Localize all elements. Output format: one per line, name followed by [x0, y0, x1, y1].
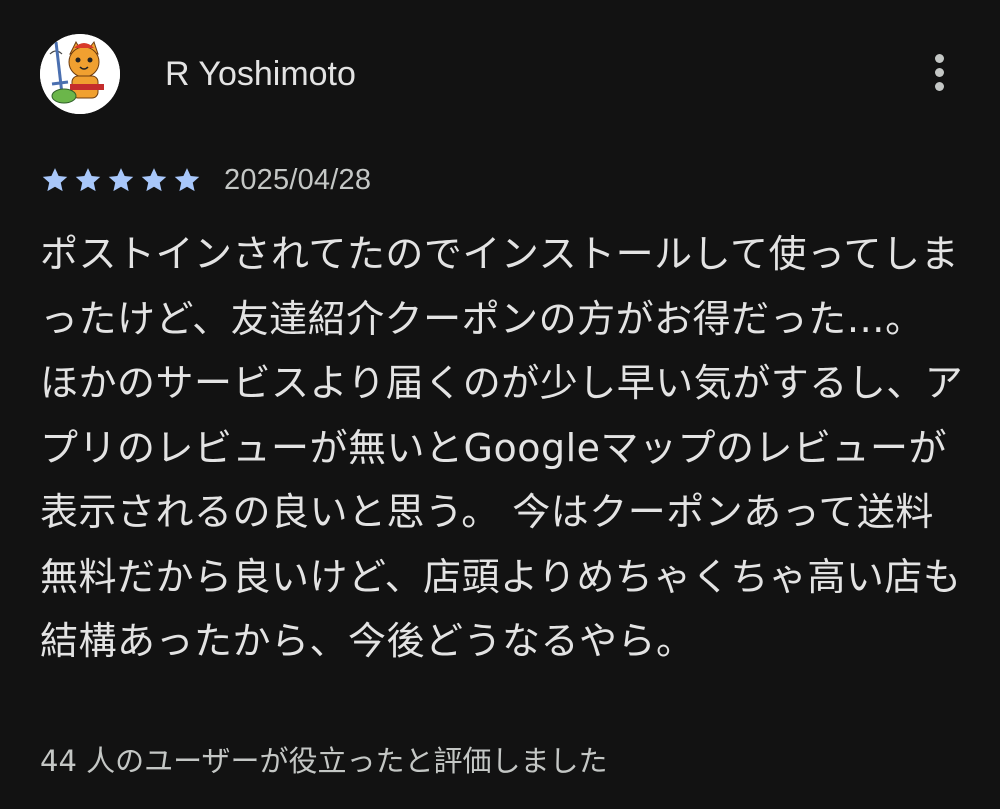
- cat-avatar-icon: [40, 34, 120, 114]
- star-icon: [141, 168, 167, 192]
- star-icon: [42, 168, 68, 192]
- star-icon: [108, 168, 134, 192]
- more-vert-icon: [935, 54, 944, 63]
- more-vert-icon-dot: [935, 68, 944, 77]
- star-icon: [75, 168, 101, 192]
- avatar[interactable]: [40, 34, 120, 114]
- author-name: R Yoshimoto: [165, 55, 356, 93]
- review-date: 2025/04/28: [224, 163, 372, 196]
- review-card: R Yoshimoto 2025/04/28 ポストインされてたのでインストール…: [0, 0, 1000, 809]
- review-header: R Yoshimoto: [40, 34, 960, 114]
- rating-row: 2025/04/28: [40, 160, 371, 200]
- more-options-button[interactable]: [920, 48, 960, 98]
- star-rating: [40, 165, 202, 195]
- more-vert-icon-dot: [935, 82, 944, 91]
- star-icon: [174, 168, 200, 192]
- review-text: ポストインされてたのでインストールして使ってしまったけど、友達紹介クーポンの方が…: [40, 232, 964, 663]
- helpful-count-text: 44 人のユーザーが役立ったと評価しました: [40, 744, 608, 778]
